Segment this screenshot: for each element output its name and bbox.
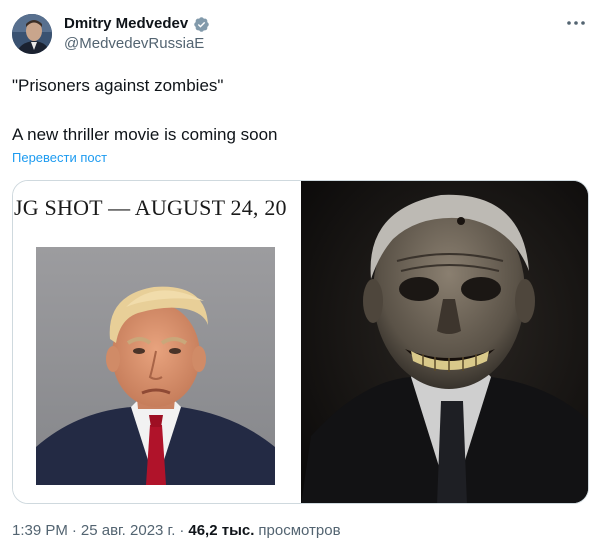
views-label: просмотров: [258, 522, 341, 539]
verified-badge-icon: [193, 16, 210, 33]
views-count: 46,2 тыс.: [188, 522, 255, 539]
media-image-left[interactable]: JG SHOT — AUGUST 24, 20: [13, 181, 301, 503]
avatar-image: [12, 14, 52, 54]
translate-post-link[interactable]: Перевести пост: [12, 150, 107, 166]
media-image-right[interactable]: [301, 181, 588, 503]
post-time[interactable]: 1:39 PM: [12, 522, 68, 540]
post-media[interactable]: JG SHOT — AUGUST 24, 20: [12, 180, 589, 504]
author-name-row[interactable]: Dmitry Medvedev: [64, 15, 210, 33]
post-text-line-2: A new thriller movie is coming soon: [12, 125, 278, 144]
post-meta: 1:39 PM · 25 авг. 2023 г. · 46,2 тыс. пр…: [12, 522, 341, 540]
post-date[interactable]: 25 авг. 2023 г.: [81, 522, 175, 540]
author-avatar[interactable]: [12, 14, 52, 54]
mugshot-photo: [36, 247, 275, 485]
more-options-button[interactable]: [562, 12, 590, 34]
meta-separator: ·: [71, 522, 77, 539]
author-display-name[interactable]: Dmitry Medvedev: [64, 15, 188, 33]
post-text-line-1: "Prisoners against zombies": [12, 76, 224, 95]
tweet: Dmitry Medvedev @MedvedevRussiaE "Prison…: [0, 0, 600, 549]
author-handle[interactable]: @MedvedevRussiaE: [64, 35, 204, 53]
meta-separator: ·: [179, 522, 185, 539]
mugshot-header-text: JG SHOT — AUGUST 24, 20: [14, 195, 287, 220]
zombie-image: [301, 181, 588, 503]
more-dots-icon: [567, 21, 585, 25]
